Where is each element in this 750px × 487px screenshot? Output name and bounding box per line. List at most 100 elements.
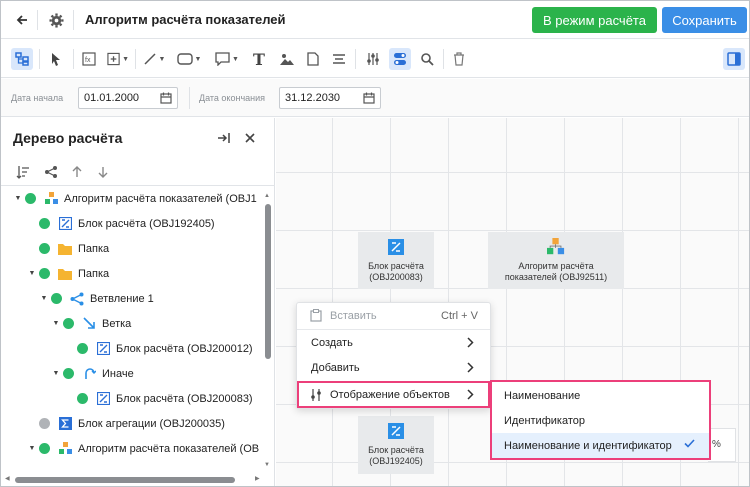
- tree-item-label: Блок агрегации (OBJ200035): [78, 417, 225, 430]
- submenu-item-label: Идентификатор: [504, 414, 585, 427]
- scrollbar-thumb[interactable]: [265, 204, 271, 359]
- tree-item[interactable]: ▼ Ветвление 1: [39, 286, 154, 311]
- function-icon[interactable]: fx: [79, 48, 99, 70]
- menu-item-display-objects[interactable]: Отображение объектов: [297, 381, 490, 408]
- expand-icon[interactable]: ▼: [27, 445, 37, 452]
- tree-item[interactable]: ▼ Алгоритм расчёта показателей (OBJ1: [13, 186, 257, 211]
- status-dot: [63, 318, 74, 329]
- tree-item-label: Алгоритм расчёта показателей (OBJ1: [64, 192, 257, 205]
- trash-icon[interactable]: [449, 48, 469, 70]
- calendar-icon[interactable]: [363, 92, 375, 107]
- settings-sliders-icon[interactable]: [363, 48, 383, 70]
- clipboard-icon: [310, 309, 322, 325]
- tree-item[interactable]: Блок расчёта (OBJ192405): [27, 211, 215, 236]
- text-icon[interactable]: T: [249, 48, 269, 70]
- context-menu: Вставить Ctrl + V Создать Добавить Отобр…: [296, 302, 491, 409]
- save-button[interactable]: Сохранить: [662, 7, 747, 33]
- tree-item-label: Папка: [78, 267, 110, 280]
- submenu-item-identifier[interactable]: Идентификатор: [492, 408, 709, 433]
- move-down-icon[interactable]: [95, 164, 111, 180]
- expand-icon[interactable]: ▼: [51, 320, 61, 327]
- pointer-icon[interactable]: [45, 48, 67, 70]
- tree-horizontal-scrollbar[interactable]: ◀ ▶: [5, 475, 263, 484]
- node-label: (OBJ200083): [369, 272, 423, 282]
- tree-vertical-scrollbar[interactable]: ▲ ▼: [264, 193, 272, 470]
- canvas-node[interactable]: Алгоритм расчёта показателей (OBJ92511): [488, 232, 624, 289]
- tree-item[interactable]: ▼ Иначе: [51, 361, 134, 386]
- scrollbar-thumb[interactable]: [15, 477, 235, 483]
- menu-item-label: Создать: [311, 336, 353, 349]
- move-up-icon[interactable]: [69, 164, 85, 180]
- end-date-field[interactable]: 31.12.2030: [279, 87, 381, 109]
- submenu-item-name[interactable]: Наименование: [492, 383, 709, 408]
- canvas-node[interactable]: Блок расчёта (OBJ192405): [358, 416, 434, 474]
- menu-item-label: Вставить: [330, 309, 377, 322]
- toolbar: fx ▼ ▼ ▼ ▼ T: [1, 40, 749, 78]
- tree-item[interactable]: Папка: [27, 236, 109, 261]
- close-icon[interactable]: [240, 128, 260, 148]
- chevron-right-icon: [467, 389, 474, 403]
- share-icon[interactable]: [43, 164, 59, 180]
- folder-icon: [58, 267, 72, 281]
- scroll-up-icon[interactable]: ▲: [264, 193, 270, 199]
- menu-item-paste[interactable]: Вставить Ctrl + V: [297, 303, 490, 328]
- comment-icon[interactable]: ▼: [213, 48, 241, 70]
- tree-item-label: Ветка: [102, 317, 132, 330]
- document-icon[interactable]: [303, 48, 323, 70]
- canvas-node[interactable]: Блок расчёта (OBJ200083): [358, 232, 434, 289]
- start-date-label: Дата начала: [11, 93, 64, 103]
- expand-icon[interactable]: ▼: [39, 295, 49, 302]
- rectangle-icon[interactable]: ▼: [175, 48, 203, 70]
- search-icon[interactable]: [417, 48, 437, 70]
- expand-icon[interactable]: ▼: [27, 270, 37, 277]
- add-block-icon[interactable]: ▼: [107, 48, 129, 70]
- status-dot: [63, 368, 74, 379]
- tree-item-label: Блок расчёта (OBJ200083): [116, 392, 253, 405]
- page-title: Алгоритм расчёта показателей: [85, 12, 286, 27]
- node-label: Алгоритм расчёта: [518, 261, 594, 271]
- panel-right-icon[interactable]: [723, 48, 745, 70]
- tree-item[interactable]: ▼ Ветка: [51, 311, 131, 336]
- submenu-backdrop: %: [708, 428, 736, 462]
- tree-item[interactable]: Блок расчёта (OBJ200083): [65, 386, 253, 411]
- scroll-left-icon[interactable]: ◀: [5, 475, 10, 482]
- tree-item[interactable]: ▼ Папка: [27, 261, 109, 286]
- expand-icon[interactable]: ▼: [13, 195, 23, 202]
- else-icon: [82, 367, 96, 381]
- collapse-panel-icon[interactable]: [214, 128, 234, 148]
- toggle-icon[interactable]: [389, 48, 411, 70]
- menu-item-create[interactable]: Создать: [297, 330, 490, 355]
- submenu-item-name-and-identifier[interactable]: Наименование и идентификатор: [492, 433, 709, 458]
- status-dot: [39, 243, 50, 254]
- tree-item[interactable]: Блок расчёта (OBJ200012): [65, 336, 253, 361]
- calc-block-icon: [387, 238, 405, 256]
- scroll-right-icon[interactable]: ▶: [255, 475, 260, 482]
- calendar-icon[interactable]: [160, 92, 172, 107]
- calc-mode-button[interactable]: В режим расчёта: [532, 7, 657, 33]
- panel-title: Дерево расчёта: [13, 130, 123, 146]
- tree-view-icon[interactable]: [11, 48, 33, 70]
- node-label: показателей (OBJ92511): [504, 272, 608, 282]
- line-icon[interactable]: ▼: [141, 48, 167, 70]
- calc-block-icon: [96, 392, 110, 406]
- tree-item[interactable]: ▼ Алгоритм расчёта показателей (OB: [27, 436, 259, 461]
- scroll-down-icon[interactable]: ▼: [264, 462, 270, 468]
- reorder-icon[interactable]: [15, 164, 31, 180]
- chevron-right-icon: [467, 362, 474, 376]
- back-arrow-icon[interactable]: [11, 9, 33, 31]
- node-label: Блок расчёта: [368, 445, 424, 455]
- align-icon[interactable]: [329, 48, 349, 70]
- status-dot: [39, 268, 50, 279]
- end-date-value: 31.12.2030: [285, 92, 341, 104]
- submenu-item-label: Наименование: [504, 389, 581, 402]
- panel-toolbar: [1, 158, 275, 186]
- expand-icon[interactable]: ▼: [51, 370, 61, 377]
- image-icon[interactable]: [277, 48, 297, 70]
- tree-item[interactable]: Блок агрегации (OBJ200035): [27, 411, 225, 436]
- gear-icon[interactable]: [45, 9, 67, 31]
- menu-item-add[interactable]: Добавить: [297, 355, 490, 380]
- status-dot: [39, 218, 50, 229]
- tree-item-label: Ветвление 1: [90, 292, 154, 305]
- start-date-field[interactable]: 01.01.2000: [78, 87, 178, 109]
- status-dot: [39, 443, 50, 454]
